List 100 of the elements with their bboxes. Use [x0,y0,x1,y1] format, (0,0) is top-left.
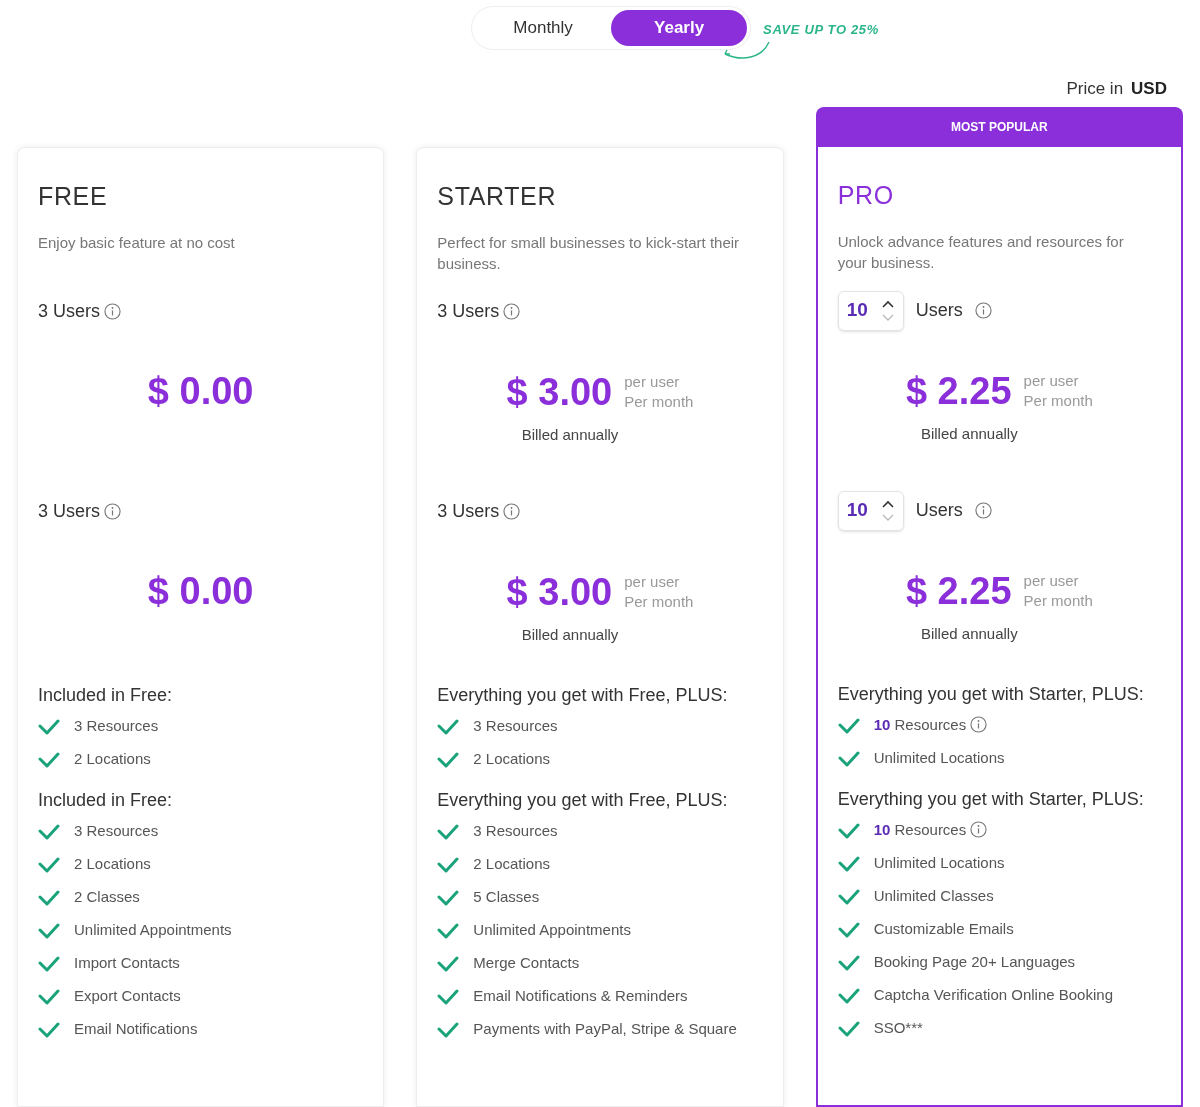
feature-text: 2 Locations [74,853,151,874]
checkmark-icon [837,921,860,938]
checkmark-icon [837,987,860,1004]
feature-text: Unlimited Appointments [473,919,631,940]
checkmark-icon [837,822,860,839]
billing-note: Billed annually [521,624,619,645]
users-label: 3 Users [437,300,500,323]
features-heading: Included in Free: [38,788,174,812]
info-icon[interactable] [974,502,992,519]
info-icon[interactable] [970,716,988,734]
feature-text: Export Contacts [74,985,181,1006]
price-unit: per user [624,571,681,592]
price-period: Per month [624,391,694,412]
plan-name: STARTER [437,181,558,212]
checkmark-icon [38,856,60,873]
features-heading: Everything you get with Free, PLUS: [437,683,729,707]
plan-name: PRO [837,180,895,211]
billing-note: Billed annually [920,423,1018,444]
price-period: Per month [624,591,694,612]
price: $ 3.00 [506,572,613,611]
checkmark-icon [437,856,460,873]
billing-option[interactable]: Monthly [475,10,612,46]
checkmark-icon [38,751,60,768]
features-heading: Included in Free: [38,683,174,707]
info-icon[interactable] [974,302,992,319]
checkmark-icon [38,955,60,972]
info-icon[interactable] [970,821,988,839]
price: $ 0.00 [147,571,254,610]
feature-text: 3 Resources [473,715,558,736]
feature-text: 3 Resources [473,820,558,841]
billing-option[interactable]: Yearly [611,10,748,46]
feature-text: Email Notifications [74,1018,198,1039]
feature-text: Unlimited Classes [873,885,994,906]
checkmark-icon [837,1020,860,1037]
billing-note: Billed annually [521,424,619,445]
feature-text: 2 Locations [473,748,551,769]
checkmark-icon [837,855,860,872]
feature-text: 5 Classes [473,886,540,907]
features-heading: Everything you get with Free, PLUS: [437,788,729,812]
save-note: SAVE UP TO 25% [763,21,879,39]
feature-text: Captcha Verification Online Booking [873,984,1113,1005]
plan-description: Enjoy basic feature at no cost [38,232,236,253]
user-count-stepper[interactable]: 10 [837,490,904,531]
checkmark-icon [38,988,60,1005]
feature-text: 2 Classes [74,886,140,907]
feature-text: Email Notifications & Reminders [473,985,688,1006]
features-heading: Everything you get with Starter, PLUS: [837,787,1145,811]
users-label: 3 Users [437,500,500,523]
info-icon[interactable] [104,303,121,320]
price: $ 2.25 [905,371,1012,410]
price-unit: per user [624,371,681,392]
users-label: 3 Users [38,500,100,523]
checkmark-icon [837,954,860,971]
plan-description: Perfect for small businesses to kick-start their business. [437,232,741,274]
feature-text: Unlimited Appointments [74,919,232,940]
info-icon[interactable] [104,503,121,520]
feature-text: 10 Resources [873,819,967,840]
checkmark-icon [437,955,460,972]
feature-text: Unlimited Locations [873,852,1005,873]
feature-text: Payments with PayPal, Stripe & Square [473,1018,737,1039]
checkmark-icon [437,922,460,939]
checkmark-icon [437,988,460,1005]
checkmark-icon [38,823,60,840]
user-count-stepper[interactable]: 10 [837,290,904,331]
feature-text: 2 Locations [74,748,151,769]
price-unit: per user [1023,570,1080,591]
currency-label: Price in [1066,77,1124,100]
feature-text: 3 Resources [74,715,159,736]
price-period: Per month [1023,590,1093,611]
checkmark-icon [38,1021,60,1038]
feature-text: 2 Locations [473,853,551,874]
checkmark-icon [437,718,460,735]
checkmark-icon [837,750,860,767]
price: $ 0.00 [147,371,254,410]
checkmark-icon [437,889,460,906]
plan-name: FREE [38,181,109,212]
currency-value: USD [1131,77,1167,100]
users-label: Users [915,499,963,522]
price-unit: per user [1023,370,1080,391]
price: $ 3.00 [506,372,613,411]
feature-text: Import Contacts [74,952,180,973]
checkmark-icon [38,889,60,906]
checkmark-icon [437,1021,460,1038]
feature-text: 3 Resources [74,820,159,841]
most-popular-banner: MOST POPULAR [815,107,1183,147]
info-icon[interactable] [503,503,521,520]
users-label: Users [915,299,963,322]
checkmark-icon [437,823,460,840]
checkmark-icon [837,717,860,734]
features-heading: Everything you get with Starter, PLUS: [837,682,1145,706]
feature-text: 10 Resources [873,714,967,735]
checkmark-icon [837,888,860,905]
plan-description: Unlock advance features and resources for your business. [837,231,1125,273]
users-label: 3 Users [38,300,100,323]
price-period: Per month [1023,390,1093,411]
feature-text: Merge Contacts [473,952,580,973]
info-icon[interactable] [503,303,521,320]
feature-text: Unlimited Locations [873,747,1005,768]
feature-text: Booking Page 20+ Languages [873,951,1076,972]
feature-text: Customizable Emails [873,918,1014,939]
